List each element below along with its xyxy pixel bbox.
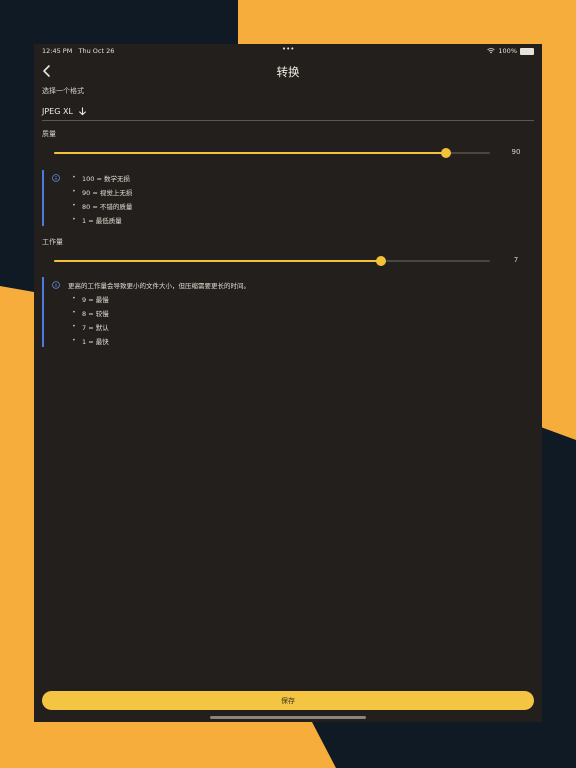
page-title: 转换 <box>276 65 300 79</box>
status-time: 12:45 PM Thu Oct 26 <box>42 47 115 55</box>
wifi-icon <box>487 48 496 54</box>
status-right: 100% <box>487 47 534 55</box>
bullet: • <box>72 336 76 344</box>
bullet: • <box>72 322 76 330</box>
effort-slider[interactable] <box>54 255 490 267</box>
slider-fill <box>54 152 447 154</box>
quality-item: 80 = 不错的质量 <box>82 203 133 211</box>
bullet: • <box>72 294 76 302</box>
info-icon <box>52 281 60 289</box>
bullet: • <box>72 308 76 316</box>
battery-icon <box>520 47 534 55</box>
bullet: • <box>72 215 76 223</box>
quality-info-box: • 100 = 数学无损 • 90 = 视觉上无损 • 80 = 不错的质量 •… <box>42 170 536 226</box>
status-bar: 12:45 PM Thu Oct 26 ••• 100% <box>34 44 542 58</box>
bullet: • <box>72 201 76 209</box>
battery-percent: 100% <box>498 47 517 55</box>
bullet: • <box>72 187 76 195</box>
effort-label: 工作量 <box>42 238 63 246</box>
quality-item: 1 = 最低质量 <box>82 217 122 225</box>
nav-bar: 转换 <box>34 60 542 84</box>
info-icon <box>52 174 60 182</box>
bullet: • <box>72 173 76 181</box>
slider-thumb[interactable] <box>441 148 452 158</box>
save-button[interactable]: 保存 <box>42 691 534 710</box>
effort-item: 1 = 最快 <box>82 338 109 346</box>
effort-info-box: 更高的工作量会导致更小的文件大小，但压缩需要更长的时间。 • 9 = 最慢 • … <box>42 277 536 347</box>
quality-label: 质量 <box>42 130 56 138</box>
format-picker[interactable]: JPEG XL <box>42 106 534 121</box>
effort-item: 7 = 默认 <box>82 324 109 332</box>
effort-value: 7 <box>513 256 519 264</box>
slider-fill <box>54 260 381 262</box>
home-indicator <box>210 716 366 719</box>
slider-thumb[interactable] <box>376 256 386 266</box>
format-label: 选择一个格式 <box>42 87 84 95</box>
save-button-label: 保存 <box>281 696 295 705</box>
quality-item: 100 = 数学无损 <box>82 175 130 183</box>
effort-info-text: 更高的工作量会导致更小的文件大小，但压缩需要更长的时间。 <box>68 282 250 290</box>
quality-value: 90 <box>511 148 521 156</box>
effort-item: 9 = 最慢 <box>82 296 109 304</box>
multitask-dots[interactable]: ••• <box>282 45 294 53</box>
battery-fill <box>521 48 533 54</box>
app-screen: 12:45 PM Thu Oct 26 ••• 100% 转换 选择一个格式 J… <box>34 44 542 722</box>
arrow-down-icon <box>79 107 86 116</box>
quality-item: 90 = 视觉上无损 <box>82 189 133 197</box>
quality-slider[interactable] <box>54 147 490 159</box>
format-value: JPEG XL <box>42 107 73 116</box>
effort-item: 8 = 较慢 <box>82 310 109 318</box>
